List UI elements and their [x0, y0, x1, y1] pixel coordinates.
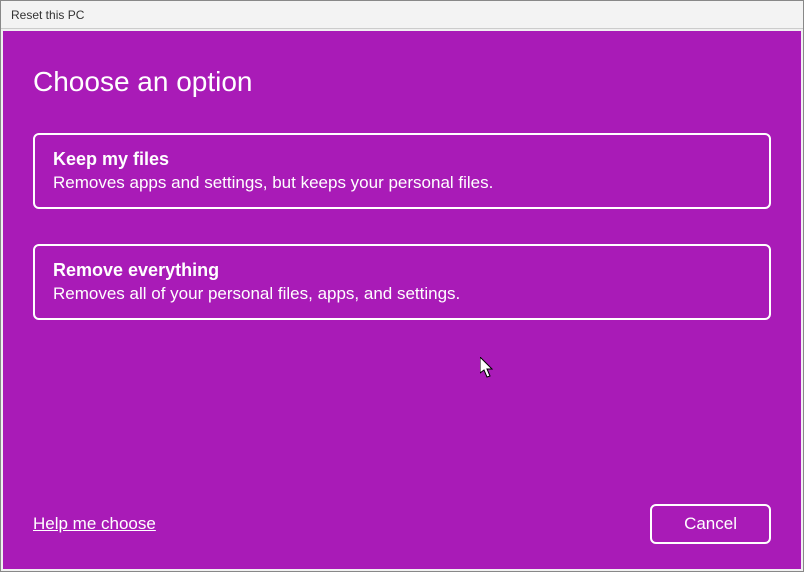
option-description: Removes all of your personal files, apps… — [53, 284, 751, 304]
titlebar: Reset this PC — [1, 1, 803, 29]
option-title: Keep my files — [53, 149, 751, 170]
cancel-button[interactable]: Cancel — [650, 504, 771, 544]
dialog-footer: Help me choose Cancel — [33, 504, 771, 544]
dialog-content: Choose an option Keep my files Removes a… — [3, 31, 801, 569]
page-title: Choose an option — [33, 66, 771, 98]
option-title: Remove everything — [53, 260, 751, 281]
option-remove-everything[interactable]: Remove everything Removes all of your pe… — [33, 244, 771, 320]
option-description: Removes apps and settings, but keeps you… — [53, 173, 751, 193]
option-keep-my-files[interactable]: Keep my files Removes apps and settings,… — [33, 133, 771, 209]
help-me-choose-link[interactable]: Help me choose — [33, 514, 156, 534]
window-title: Reset this PC — [11, 8, 84, 22]
